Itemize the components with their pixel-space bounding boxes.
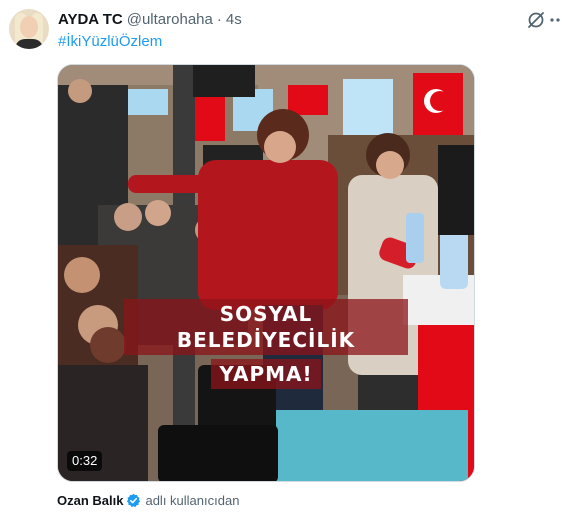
separator-dot: · bbox=[216, 11, 222, 28]
tweet[interactable]: AYDA TC @ultarohaha · 4s #İkiYüzlüÖzlem bbox=[0, 0, 562, 512]
more-icon bbox=[550, 18, 560, 22]
flag bbox=[343, 79, 393, 135]
user-handle[interactable]: @ultarohaha bbox=[127, 10, 213, 30]
flag bbox=[288, 85, 328, 115]
hashtag-link[interactable]: #İkiYüzlüÖzlem bbox=[58, 32, 162, 52]
timestamp[interactable]: 4s bbox=[226, 10, 242, 30]
avatar-body bbox=[15, 39, 43, 49]
media-attribution: Ozan Balık adlı kullanıcıdan bbox=[57, 491, 239, 509]
attribution-suffix: adlı kullanıcıdan bbox=[145, 492, 240, 508]
caption-line-1: SOSYAL BELEDİYECİLİK bbox=[124, 299, 408, 355]
video-duration: 0:32 bbox=[67, 451, 103, 471]
tweet-header: AYDA TC @ultarohaha · 4s bbox=[58, 10, 242, 30]
avatar-face bbox=[20, 16, 38, 38]
display-name[interactable]: AYDA TC bbox=[58, 10, 123, 30]
flag bbox=[128, 89, 168, 115]
video-player[interactable]: SOSYAL BELEDİYECİLİK YAPMA! 0:32 bbox=[57, 64, 475, 482]
grok-icon bbox=[528, 12, 544, 28]
grok-button[interactable] bbox=[526, 10, 546, 30]
caption-line-2: YAPMA! bbox=[211, 359, 321, 389]
video-frame bbox=[58, 65, 474, 481]
verified-badge-icon bbox=[127, 493, 141, 507]
avatar[interactable] bbox=[9, 9, 49, 49]
video-caption: SOSYAL BELEDİYECİLİK YAPMA! bbox=[124, 299, 408, 389]
more-options-button[interactable] bbox=[548, 10, 562, 30]
attribution-user[interactable]: Ozan Balık bbox=[57, 493, 123, 508]
flag bbox=[193, 97, 225, 141]
